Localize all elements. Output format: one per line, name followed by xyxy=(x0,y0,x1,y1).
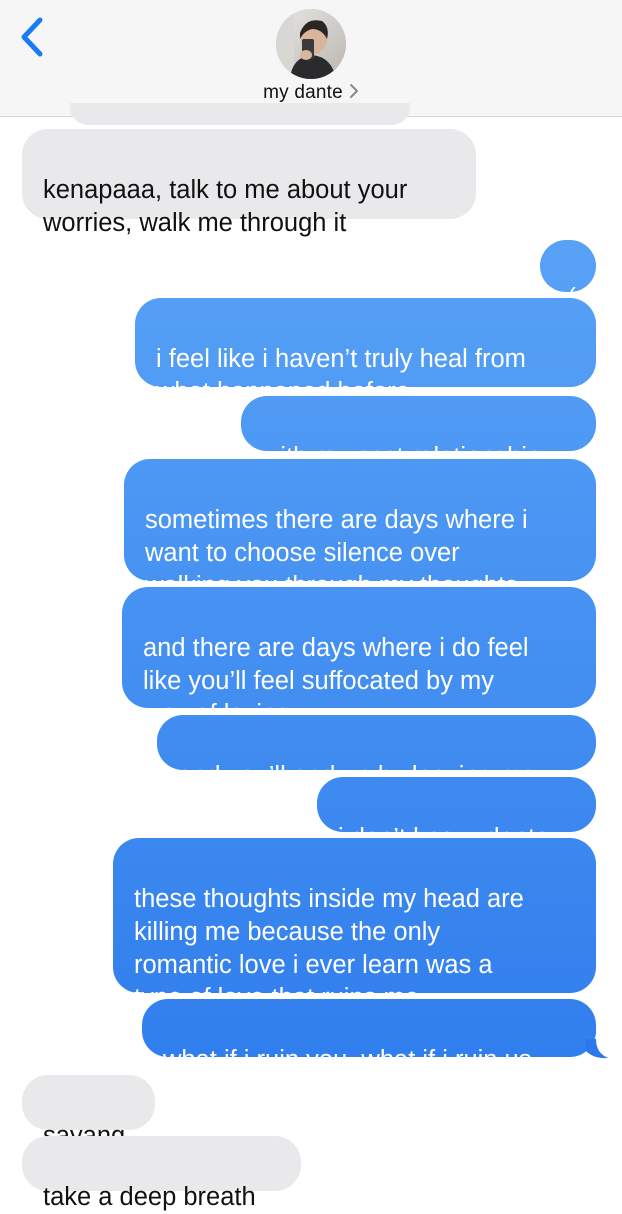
outgoing-message-bubble[interactable]: i feel like i haven’t truly heal from wh… xyxy=(135,298,596,406)
message-text: kenapaaa, talk to me about your worries,… xyxy=(43,176,408,237)
outgoing-message-bubble[interactable]: and there are days where i do feel like … xyxy=(122,587,596,728)
message-text: these thoughts inside my head are killin… xyxy=(134,885,524,1012)
bubble-tail xyxy=(586,1039,608,1059)
contact-name-button[interactable]: my dante xyxy=(0,82,622,105)
outgoing-message-bubble[interactable]: i don’t know, dante xyxy=(317,777,596,852)
contact-name: my dante xyxy=(263,82,343,103)
back-button[interactable] xyxy=(10,10,54,64)
avatar-photo xyxy=(276,9,346,79)
outgoing-message-bubble[interactable]: sometimes there are days where i want to… xyxy=(124,459,596,600)
chevron-right-icon xyxy=(349,83,359,105)
chevron-left-icon xyxy=(21,17,43,57)
outgoing-message-bubble[interactable]: and you’ll end up by leaving me xyxy=(157,715,596,790)
incoming-message-bubble[interactable]: take a deep breath xyxy=(22,1136,301,1211)
outgoing-message-bubble[interactable]: what if i ruin you, what if i ruin us xyxy=(142,999,596,1074)
message-text: what if i ruin you, what if i ruin us xyxy=(163,1046,532,1074)
previous-message-bubble xyxy=(70,103,410,125)
message-text: and there are days where i do feel like … xyxy=(143,634,529,728)
message-text: take a deep breath xyxy=(43,1183,256,1211)
message-text: sometimes there are days where i want to… xyxy=(145,506,528,600)
outgoing-message-bubble[interactable]: with my past relationship xyxy=(241,396,596,471)
incoming-message-bubble[interactable]: sayang xyxy=(22,1075,155,1150)
conversation-header: my dante xyxy=(0,0,622,117)
contact-avatar[interactable] xyxy=(276,9,346,79)
outgoing-message-bubble[interactable]: :( xyxy=(540,240,596,312)
outgoing-message-bubble[interactable]: these thoughts inside my head are killin… xyxy=(113,838,596,1012)
message-thread[interactable]: kenapaaa, talk to me about your worries,… xyxy=(0,103,622,1211)
incoming-message-bubble[interactable]: kenapaaa, talk to me about your worries,… xyxy=(22,129,476,237)
